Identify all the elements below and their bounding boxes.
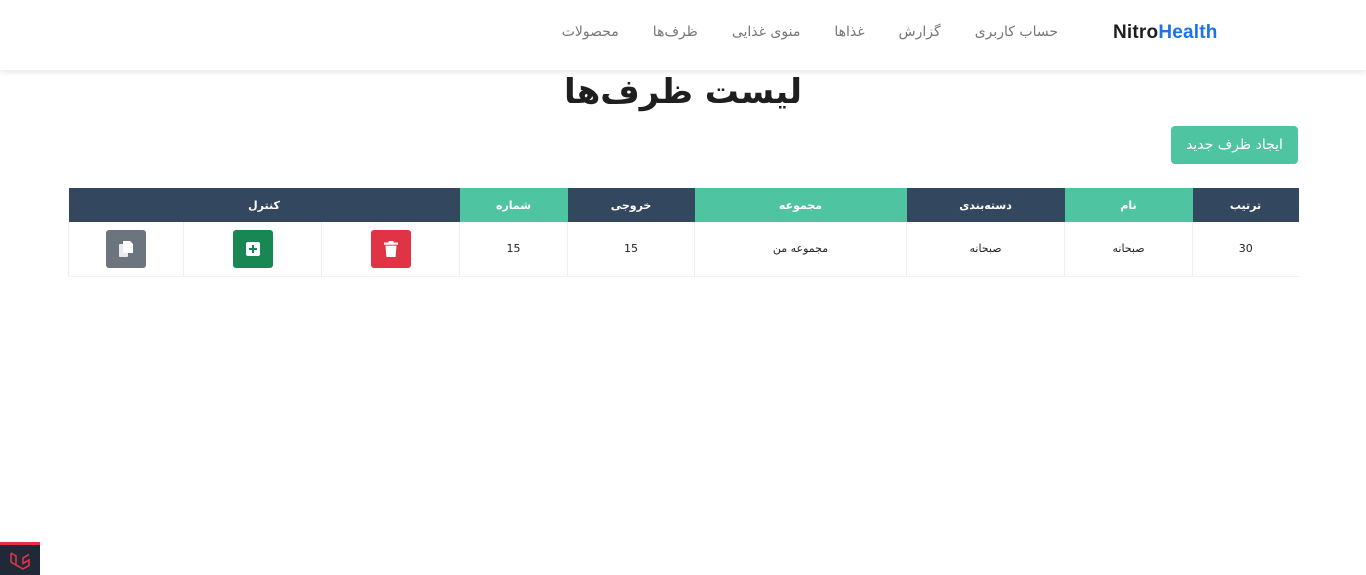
copy-icon [119,240,134,257]
header-name: نام [1064,188,1193,222]
cell-category: صبحانه [906,222,1065,277]
brand-name-part2: Health [1158,22,1218,43]
add-button[interactable] [232,229,273,268]
cell-add [183,222,322,277]
header-collection: مجموعه [694,188,907,222]
main-nav: محصولات ظرف‌ها منوی غذایی غذاها گزارش حس… [562,24,1058,40]
cell-number: 15 [459,222,568,277]
header-number: شماره [459,188,568,222]
table-row: 30 صبحانه صبحانه مجموعه من 15 15 [67,222,1299,277]
cell-copy [67,222,184,277]
nav-item-report[interactable]: گزارش [899,24,941,40]
page-title: لیست ظرف‌ها [563,72,803,112]
nav-item-products[interactable]: محصولات [562,24,619,40]
laravel-logo-icon[interactable] [0,542,40,575]
top-navbar: NitroHealth محصولات ظرف‌ها منوی غذایی غذ… [0,0,1366,70]
copy-button[interactable] [106,229,147,268]
cell-order: 30 [1192,222,1299,277]
nav-item-food-menu[interactable]: منوی غذایی [732,24,801,40]
header-order: ترتیب [1192,188,1299,222]
dishes-table: ترتیب نام دسته‌بندی مجموعه خروجی شماره ک… [67,188,1299,277]
header-category: دسته‌بندی [906,188,1065,222]
laravel-mark [10,552,30,570]
header-control: کنترل [68,188,460,222]
table-header-row: ترتیب نام دسته‌بندی مجموعه خروجی شماره ک… [68,188,1299,222]
trash-icon [383,240,398,257]
brand-logo[interactable]: NitroHealth [1113,22,1218,44]
header-output: خروجی [567,188,695,222]
cell-delete [321,222,460,277]
nav-item-foods[interactable]: غذاها [834,24,864,40]
cell-name: صبحانه [1064,222,1193,277]
plus-square-icon [245,241,260,256]
delete-button[interactable] [370,229,411,268]
create-dish-button[interactable]: ایجاد ظرف جدید [1171,126,1298,164]
cell-collection: مجموعه من [694,222,907,277]
cell-output: 15 [567,222,695,277]
nav-item-dishes[interactable]: ظرف‌ها [653,24,698,40]
nav-item-account[interactable]: حساب کاربری [975,24,1058,40]
brand-name-part1: Nitro [1113,22,1159,43]
